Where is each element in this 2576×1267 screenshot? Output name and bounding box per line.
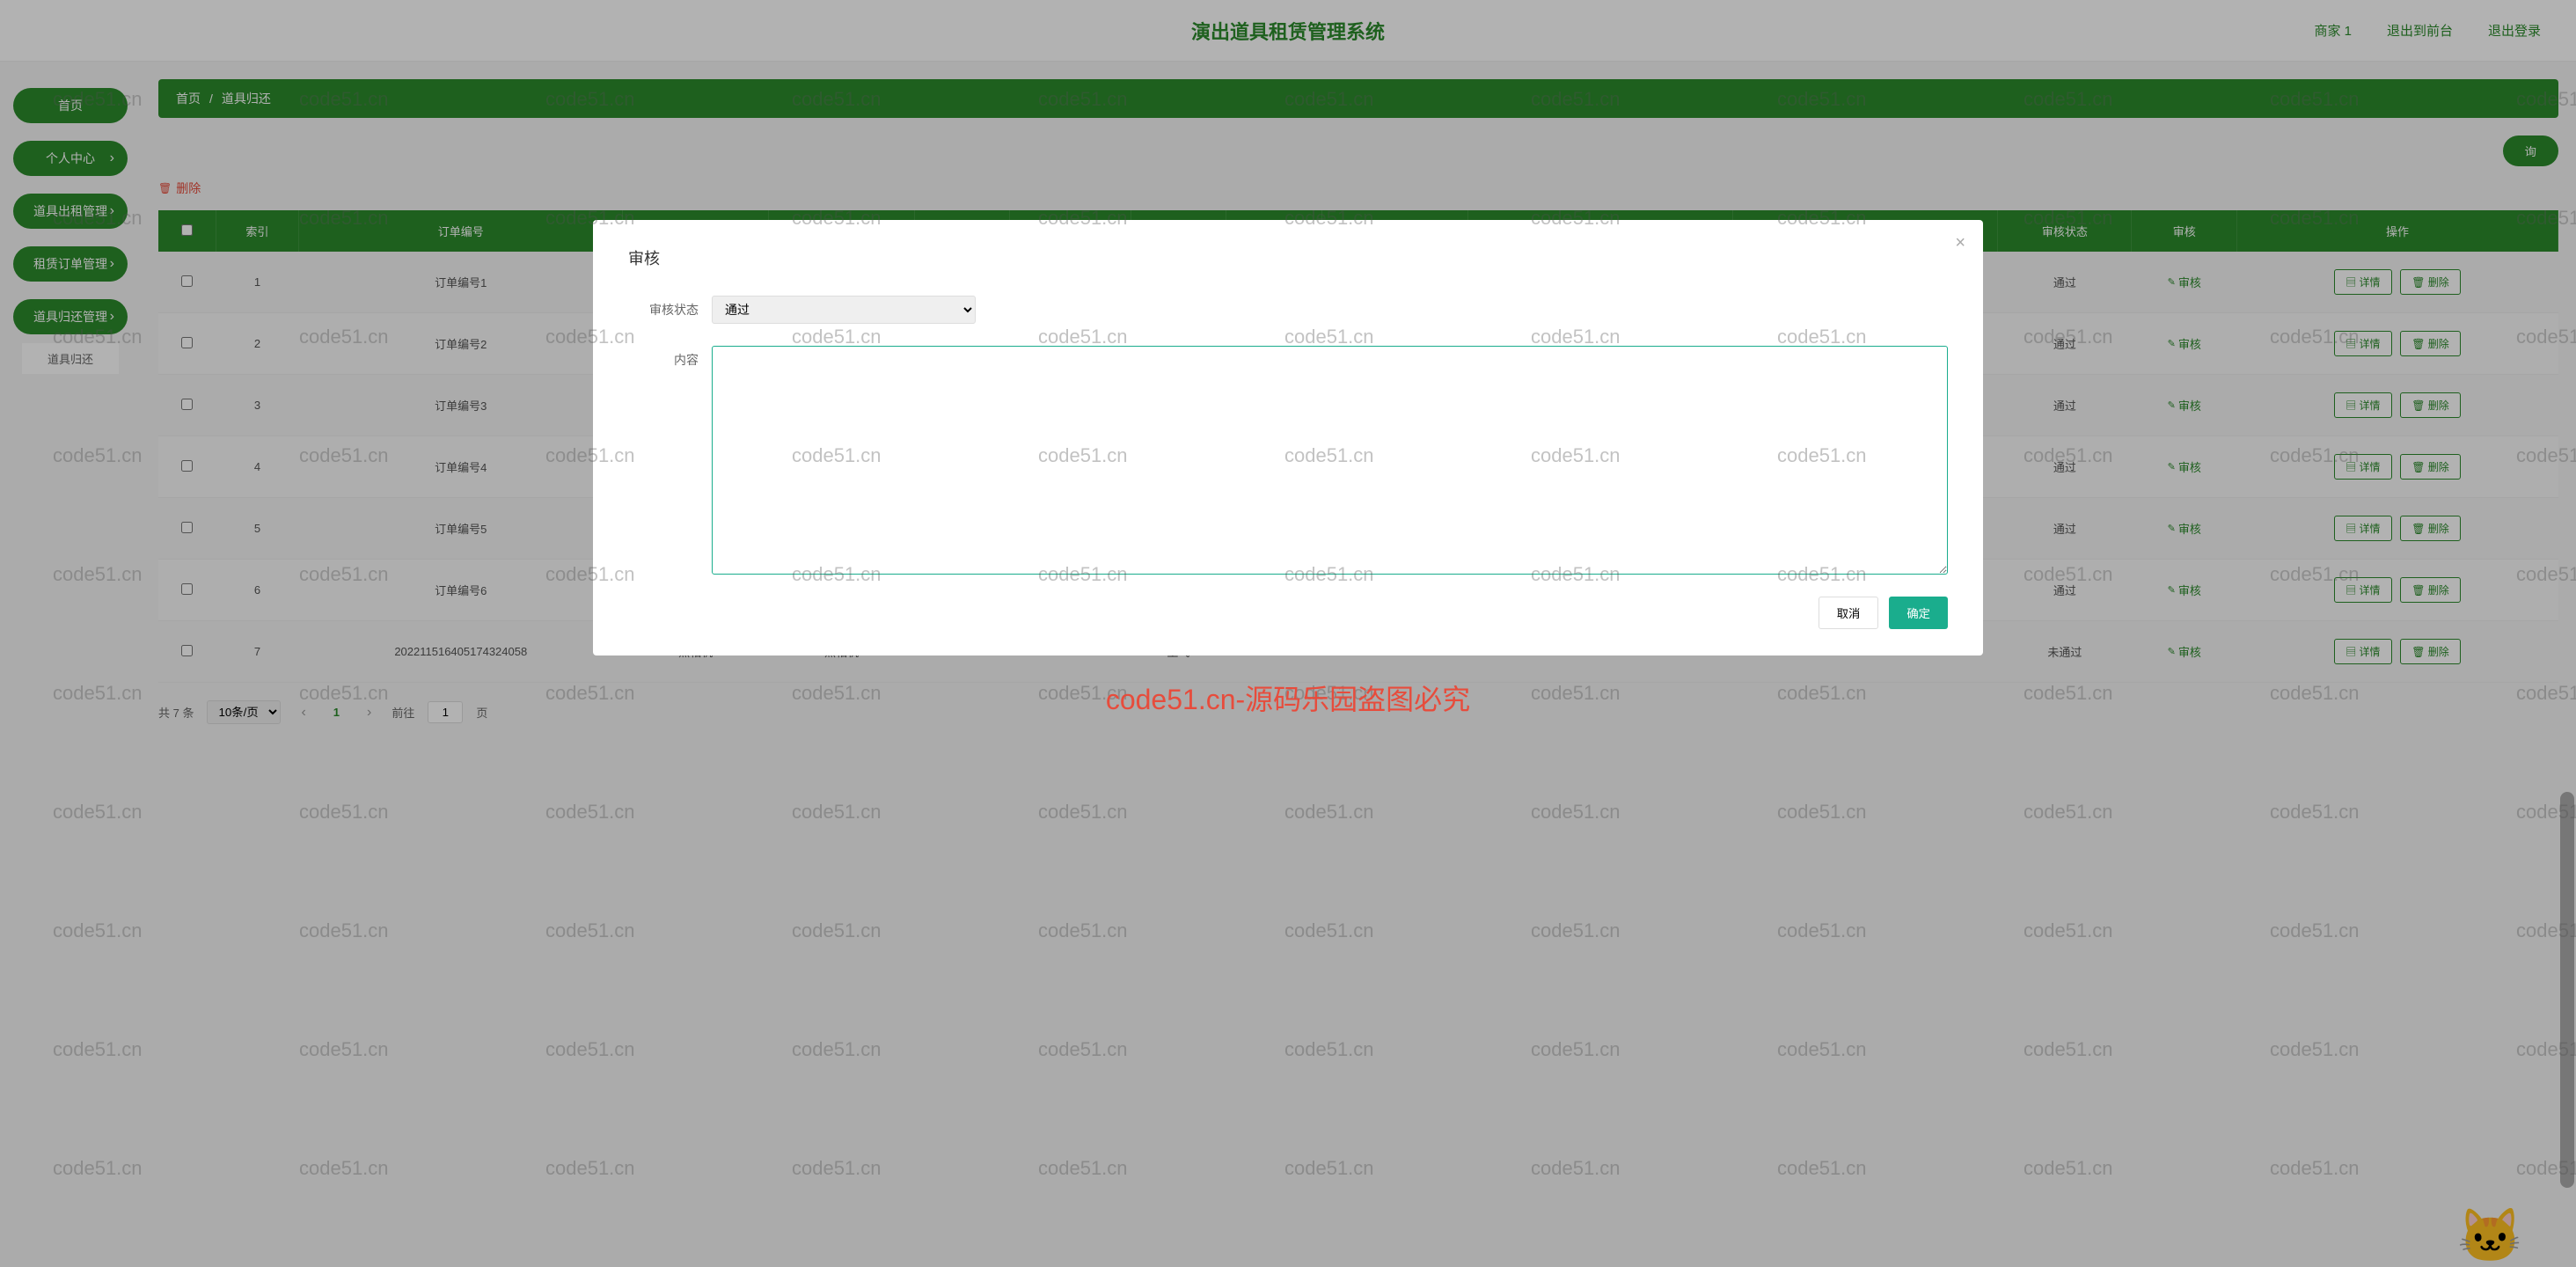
content-label: 内容 [628, 346, 699, 369]
watermark-red: code51.cn-源码乐园盗图必究 [1106, 677, 1470, 718]
status-select[interactable]: 通过 [712, 296, 976, 324]
review-modal: × 审核 审核状态 通过 内容 取消 确定 [593, 220, 1983, 655]
content-textarea[interactable] [712, 346, 1948, 575]
close-icon[interactable]: × [1955, 233, 1965, 253]
cancel-button[interactable]: 取消 [1819, 597, 1879, 629]
modal-title: 审核 [628, 246, 1948, 269]
confirm-button[interactable]: 确定 [1889, 597, 1948, 629]
status-label: 审核状态 [628, 296, 699, 319]
